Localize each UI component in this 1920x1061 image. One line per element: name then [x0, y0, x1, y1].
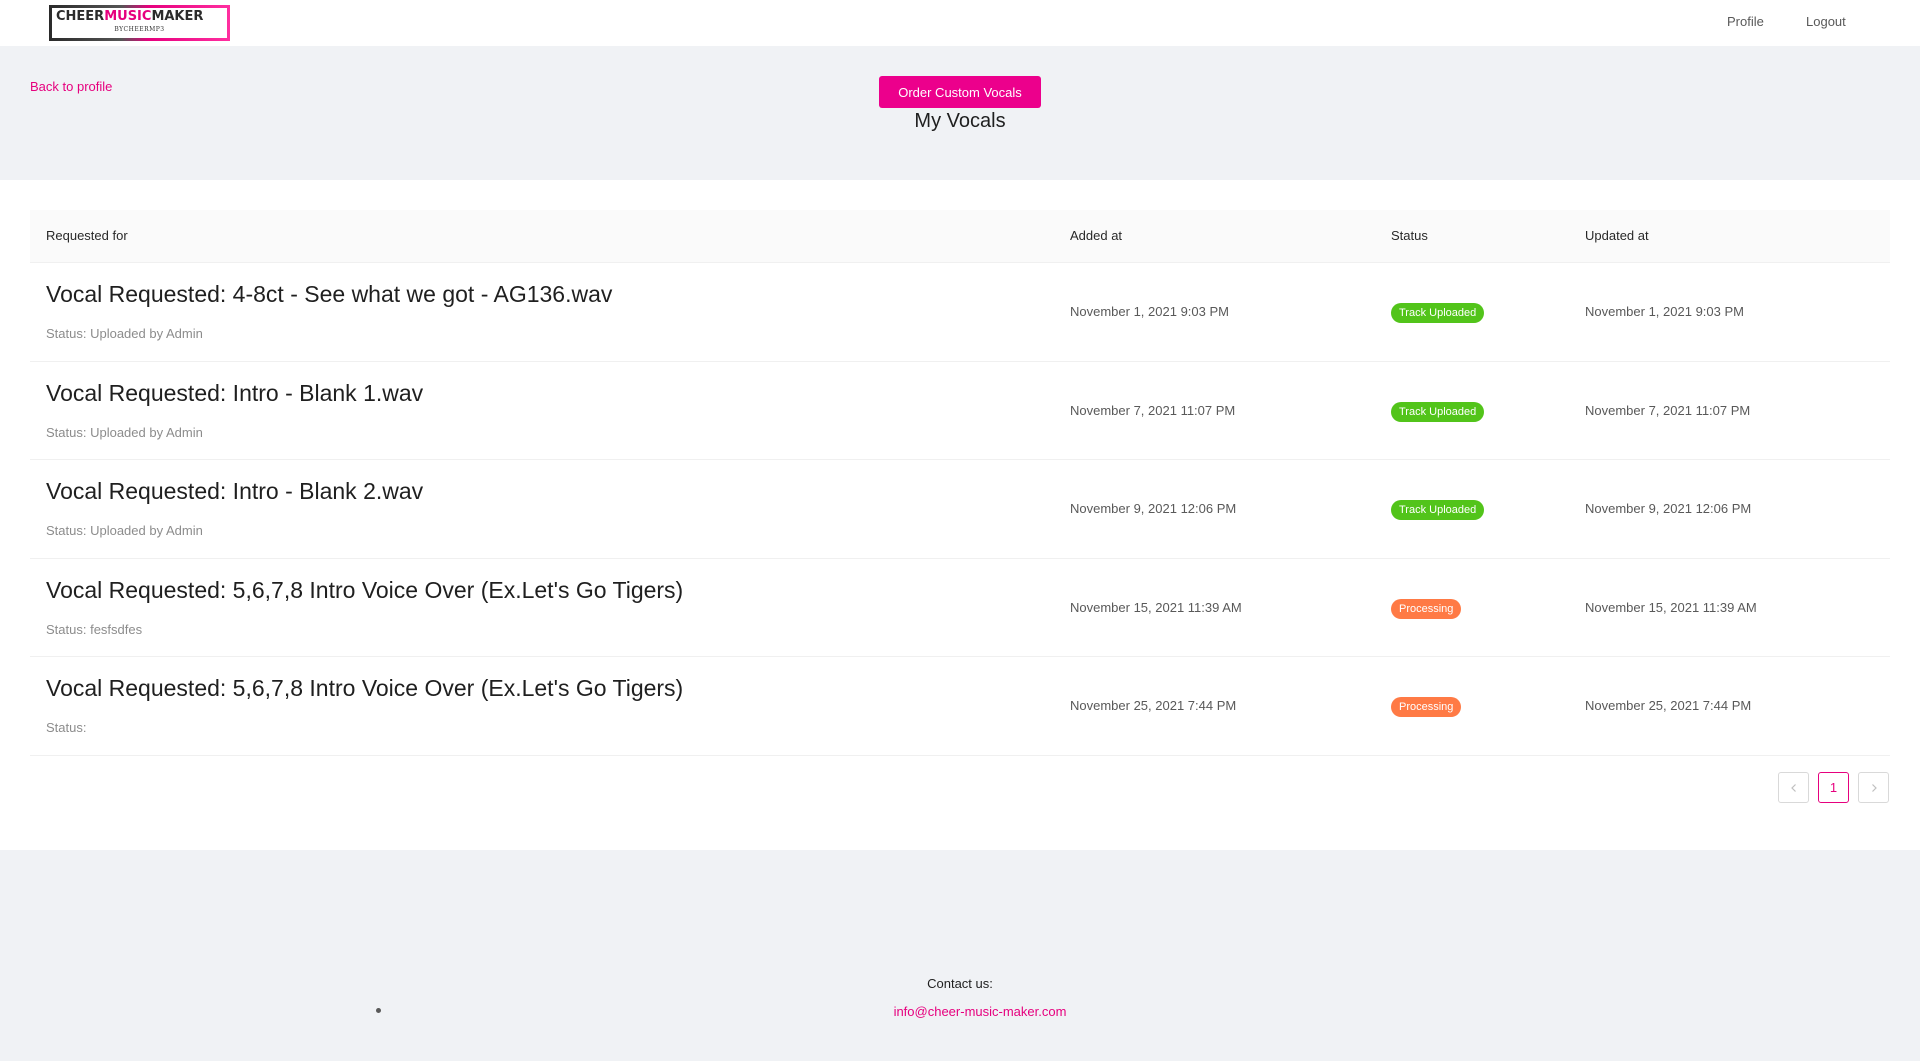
column-header-updated-at: Updated at	[1585, 228, 1649, 243]
logo-inner: CHEERMUSICMAKER BYCHEERMP3	[52, 8, 227, 38]
request-status-note: Status:	[46, 720, 87, 735]
order-custom-vocals-button[interactable]: Order Custom Vocals	[879, 76, 1041, 108]
request-status-note: Status: Uploaded by Admin	[46, 424, 203, 440]
logo-part-cheer: CHEER	[56, 9, 105, 24]
request-status-note: Status: fesfsdfes	[46, 621, 143, 637]
status-badge: Track Uploaded	[1391, 500, 1485, 520]
logo-part-maker: MAKER	[151, 9, 204, 24]
request-title[interactable]: Vocal Requested: 5,6,7,8 Intro Voice Ove…	[46, 675, 683, 702]
page-title: My Vocals	[914, 110, 1006, 132]
added-at-value: November 9, 2021 12:06 PM	[1070, 501, 1237, 516]
pagination-prev-button[interactable]	[1778, 772, 1809, 803]
updated-at-value: November 7, 2021 11:07 PM	[1585, 402, 1751, 418]
added-at-value: November 15, 2021 11:39 AM	[1070, 599, 1242, 615]
request-title[interactable]: Vocal Requested: Intro - Blank 2.wav	[46, 478, 423, 505]
top-navigation-bar: CHEERMUSICMAKER BYCHEERMP3 Profile Logou…	[0, 0, 1920, 46]
main-content: Requested for Added at Status Updated at…	[0, 180, 1920, 850]
pagination-page-1[interactable]: 1	[1818, 772, 1849, 803]
updated-at-value: November 15, 2021 11:39 AM	[1585, 599, 1757, 615]
table-row[interactable]: Vocal Requested: Intro - Blank 1.wav Stat…	[30, 362, 1890, 460]
added-at-value: November 25, 2021 7:44 PM	[1070, 698, 1237, 713]
added-at-value: November 7, 2021 11:07 PM	[1070, 402, 1236, 418]
request-title[interactable]: Vocal Requested: 5,6,7,8 Intro Voice Ove…	[46, 577, 683, 604]
request-title[interactable]: Vocal Requested: Intro - Blank 1.wav	[46, 380, 423, 407]
back-to-profile-link[interactable]: Back to profile	[30, 79, 112, 94]
contact-email-link[interactable]: info@cheer-music-maker.com	[0, 1004, 1920, 1019]
table-header: Requested for Added at Status Updated at	[30, 210, 1890, 263]
chevron-right-icon	[1871, 783, 1877, 792]
logo-part-music: MUSIC	[104, 9, 152, 24]
contact-us-label: Contact us:	[927, 976, 993, 991]
table-row[interactable]: Vocal Requested: Intro - Blank 2.wav Stat…	[30, 460, 1890, 559]
page-hero: Back to profile Order Custom Vocals My V…	[0, 46, 1920, 180]
request-status-note: Status: Uploaded by Admin	[46, 326, 203, 341]
pagination-next-button[interactable]	[1858, 772, 1889, 803]
updated-at-value: November 9, 2021 12:06 PM	[1585, 501, 1752, 516]
status-badge: Processing	[1391, 697, 1462, 717]
nav-logout-link[interactable]: Logout	[1806, 14, 1846, 29]
status-badge: Processing	[1391, 598, 1462, 619]
status-badge: Track Uploaded	[1391, 401, 1485, 422]
nav-profile-link[interactable]: Profile	[1727, 14, 1764, 29]
updated-at-value: November 1, 2021 9:03 PM	[1585, 304, 1744, 319]
table-row[interactable]: Vocal Requested: 5,6,7,8 Intro Voice Ove…	[30, 657, 1890, 756]
updated-at-value: November 25, 2021 7:44 PM	[1585, 698, 1752, 713]
column-header-status: Status	[1391, 228, 1428, 243]
table-row[interactable]: Vocal Requested: 5,6,7,8 Intro Voice Ove…	[30, 559, 1890, 657]
request-title[interactable]: Vocal Requested: 4-8ct - See what we got…	[46, 281, 612, 308]
logo-wordmark: CHEERMUSICMAKER	[56, 9, 203, 25]
added-at-value: November 1, 2021 9:03 PM	[1070, 304, 1229, 319]
chevron-left-icon	[1790, 783, 1796, 792]
cheer-music-maker-logo[interactable]: CHEERMUSICMAKER BYCHEERMP3	[49, 5, 230, 41]
footer: Contact us: info@cheer-music-maker.com	[0, 850, 1920, 1061]
request-status-note: Status: Uploaded by Admin	[46, 523, 203, 538]
column-header-added-at: Added at	[1070, 228, 1123, 243]
vocals-table: Requested for Added at Status Updated at…	[30, 210, 1890, 756]
table-body: Vocal Requested: 4-8ct - See what we got…	[30, 263, 1890, 756]
status-badge: Track Uploaded	[1391, 303, 1485, 323]
table-row[interactable]: Vocal Requested: 4-8ct - See what we got…	[30, 263, 1890, 362]
logo-tagline: BYCHEERMP3	[114, 26, 165, 33]
column-header-requested-for: Requested for	[46, 228, 128, 243]
pagination: 1	[1778, 772, 1889, 803]
